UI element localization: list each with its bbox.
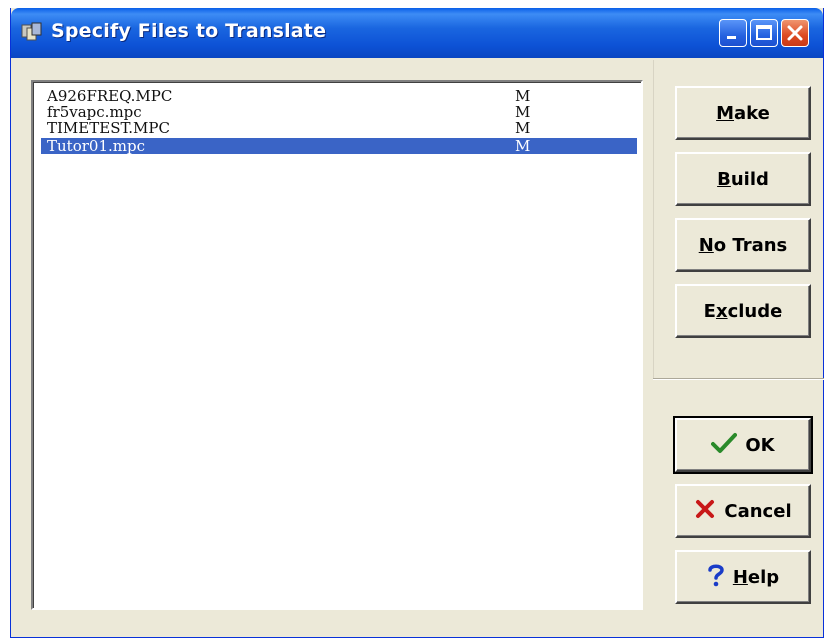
- build-button[interactable]: Build: [675, 152, 811, 206]
- ok-button[interactable]: OK: [673, 416, 813, 474]
- file-flag: M: [515, 103, 531, 121]
- file-list-item-selected[interactable]: Tutor01.mpc M: [41, 138, 637, 154]
- app-icon: [21, 22, 43, 42]
- help-button[interactable]: Help: [675, 550, 811, 604]
- close-button[interactable]: [781, 19, 809, 47]
- file-list-item[interactable]: fr5vapc.mpc M: [41, 104, 637, 120]
- no-trans-button[interactable]: No Trans: [675, 218, 811, 272]
- file-listbox[interactable]: A926FREQ.MPC M fr5vapc.mpc M TIMETEST.MP…: [31, 80, 643, 610]
- file-list-item[interactable]: A926FREQ.MPC M: [41, 88, 637, 104]
- exclude-button[interactable]: Ex clude: [675, 284, 811, 338]
- question-icon: [707, 563, 725, 592]
- make-button[interactable]: Make: [675, 86, 811, 140]
- file-name: TIMETEST.MPC: [47, 119, 170, 137]
- checkmark-icon: [711, 432, 738, 459]
- file-name: A926FREQ.MPC: [47, 87, 173, 105]
- file-name: Tutor01.mpc: [47, 137, 145, 155]
- button-group-separator: [653, 378, 824, 380]
- file-flag: M: [515, 119, 531, 137]
- file-name: fr5vapc.mpc: [47, 103, 142, 121]
- minimize-button[interactable]: [719, 19, 747, 47]
- maximize-icon: [756, 25, 772, 40]
- mnemonic: B: [717, 168, 731, 190]
- mnemonic: H: [732, 566, 748, 588]
- file-flag: M: [515, 137, 531, 155]
- panel-divider: [653, 60, 654, 378]
- close-icon: [787, 25, 803, 41]
- mnemonic: M: [716, 102, 735, 124]
- minimize-icon: [727, 36, 736, 39]
- file-list-item[interactable]: TIMETEST.MPC M: [41, 120, 637, 136]
- dialog-window: Specify Files to Translate A926FREQ.MPC …: [10, 8, 824, 638]
- x-icon: [694, 498, 716, 525]
- mnemonic: N: [698, 234, 714, 256]
- mnemonic: x: [715, 300, 728, 322]
- file-flag: M: [515, 87, 531, 105]
- title-bar[interactable]: Specify Files to Translate: [11, 8, 823, 58]
- cancel-button[interactable]: Cancel: [675, 484, 811, 538]
- maximize-button[interactable]: [750, 19, 778, 47]
- window-title: Specify Files to Translate: [51, 20, 327, 42]
